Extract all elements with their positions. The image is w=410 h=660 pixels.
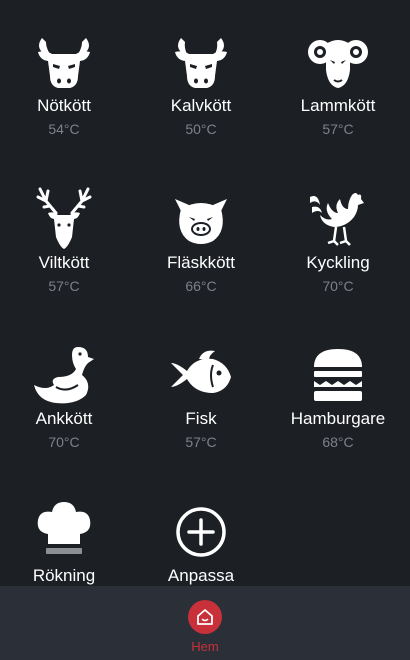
tile-ankkott[interactable]: Ankkött 70°C — [0, 313, 132, 463]
tile-notkott[interactable]: Nötkött 54°C — [0, 0, 132, 150]
tile-flaskkott[interactable]: Fläskkött 66°C — [133, 157, 269, 307]
meat-label: Lammkött — [300, 96, 376, 115]
meat-label: Fläskkött — [166, 253, 236, 272]
meat-temp: 50°C — [185, 121, 217, 137]
ram-icon — [306, 30, 370, 94]
meat-temp: 57°C — [48, 278, 80, 294]
tile-lammkott[interactable]: Lammkött 57°C — [270, 0, 406, 150]
tile-hamburgare[interactable]: Hamburgare 68°C — [270, 313, 406, 463]
meat-label: Viltkött — [38, 253, 90, 272]
plus-circle-icon — [169, 500, 233, 564]
tile-fisk[interactable]: Fisk 57°C — [133, 313, 269, 463]
calf-icon — [169, 30, 233, 94]
meat-label: Fisk — [185, 409, 217, 428]
meat-label: Ankkött — [35, 409, 93, 428]
tile-kalvkott[interactable]: Kalvkött 50°C — [133, 0, 269, 150]
extra-label: Anpassa — [167, 566, 235, 585]
meat-temp: 57°C — [322, 121, 354, 137]
burger-icon — [306, 343, 370, 407]
meat-temp: 66°C — [185, 278, 217, 294]
pig-icon — [169, 187, 233, 251]
meat-temp: 57°C — [185, 434, 217, 450]
tab-home-label: Hem — [191, 639, 219, 654]
extra-label: Rökning — [32, 566, 96, 585]
meat-grid: Nötkött 54°C Kalvkött 50°C Lammkött 57°C… — [0, 0, 410, 586]
rooster-icon — [306, 187, 370, 251]
chef-hat-icon — [32, 500, 96, 564]
duck-icon — [32, 343, 96, 407]
meat-label: Hamburgare — [290, 409, 386, 428]
tile-kyckling[interactable]: Kyckling 70°C — [270, 157, 406, 307]
tile-viltkott[interactable]: Viltkött 57°C — [0, 157, 132, 307]
home-icon — [188, 600, 222, 634]
bottom-tab-bar: Hem — [0, 586, 410, 660]
meat-temp: 70°C — [322, 278, 354, 294]
meat-label: Nötkött — [37, 96, 91, 115]
fish-icon — [169, 343, 233, 407]
meat-label: Kalvkött — [170, 96, 232, 115]
deer-icon — [32, 187, 96, 251]
meat-label: Kyckling — [306, 253, 370, 272]
meat-temp: 54°C — [48, 121, 80, 137]
tab-home[interactable]: Hem — [165, 586, 245, 660]
cow-icon — [32, 30, 96, 94]
meat-temp: 68°C — [322, 434, 354, 450]
meat-temp: 70°C — [48, 434, 80, 450]
